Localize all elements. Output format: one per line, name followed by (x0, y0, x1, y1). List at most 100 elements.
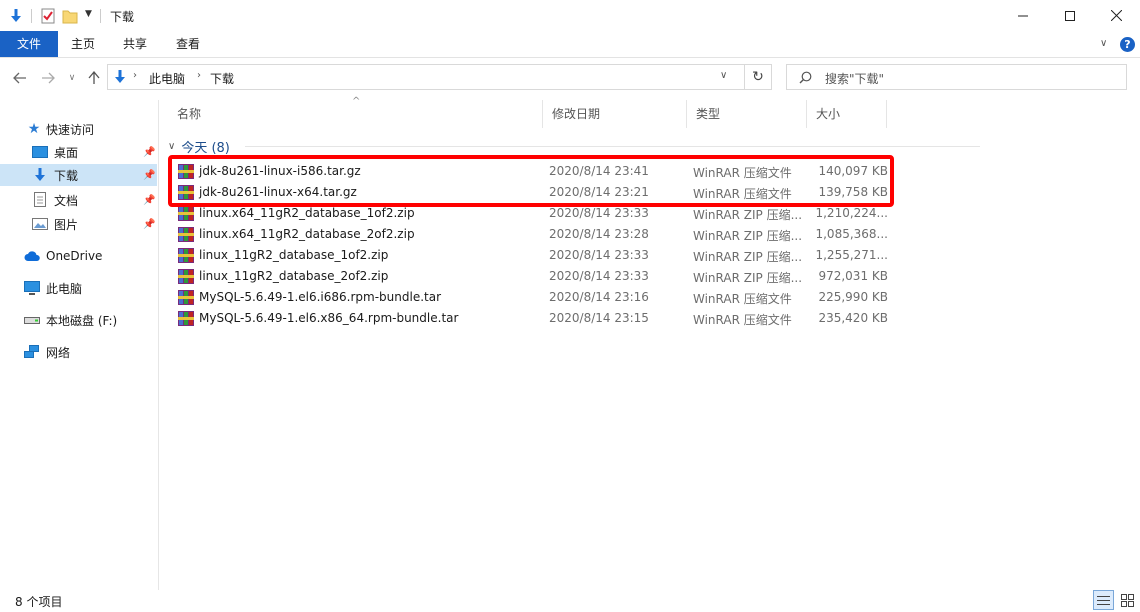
help-icon[interactable]: ? (1120, 37, 1135, 52)
minimize-button[interactable] (1000, 0, 1046, 31)
onedrive-cloud-icon (24, 248, 40, 264)
forward-button[interactable] (38, 68, 58, 88)
nav-quick-access[interactable]: ★ 快速访问 (0, 118, 157, 140)
winrar-archive-icon (178, 290, 194, 305)
nav-network[interactable]: 网络 (0, 341, 157, 363)
file-name: MySQL-5.6.49-1.el6.i686.rpm-bundle.tar (199, 290, 442, 304)
minimize-icon (1018, 15, 1028, 16)
window-title: 下载 (110, 10, 135, 24)
nav-item-documents[interactable]: 文档 📌 (0, 189, 157, 211)
file-size: 1,255,271... (815, 248, 888, 262)
winrar-archive-icon (178, 227, 194, 242)
up-button[interactable] (84, 68, 104, 88)
file-type: WinRAR 压缩文件 (693, 313, 792, 327)
new-folder-icon[interactable] (62, 8, 78, 24)
file-size: 1,210,224... (815, 206, 888, 220)
file-type: WinRAR ZIP 压缩... (693, 271, 801, 285)
item-count: 8 个项目 (15, 595, 63, 609)
file-row[interactable]: MySQL-5.6.49-1.el6.i686.rpm-bundle.tar 20… (174, 287, 890, 308)
close-button[interactable] (1093, 0, 1139, 31)
this-pc-icon (24, 280, 40, 296)
column-header-size[interactable]: 大小 (807, 100, 887, 128)
desktop-icon (32, 144, 48, 160)
close-icon (1110, 10, 1122, 21)
refresh-button[interactable]: ↻ (744, 64, 772, 90)
tab-home[interactable]: 主页 (59, 31, 107, 57)
tab-view[interactable]: 查看 (164, 31, 212, 57)
file-name: linux.x64_11gR2_database_2of2.zip (199, 227, 415, 241)
details-view-button[interactable] (1093, 590, 1114, 610)
winrar-archive-icon (178, 206, 194, 221)
nav-item-pictures[interactable]: 图片 📌 (0, 213, 157, 235)
file-name: linux_11gR2_database_1of2.zip (199, 248, 389, 262)
details-view-icon (1097, 595, 1110, 605)
breadcrumb-chevron-icon[interactable]: › (197, 70, 201, 81)
title-bar: ▼ 下载 (0, 0, 1140, 31)
file-type: WinRAR ZIP 压缩... (693, 208, 801, 222)
expand-ribbon-chevron-icon[interactable]: ∨ (1100, 38, 1107, 49)
large-icons-view-icon (1121, 593, 1134, 607)
pin-icon[interactable]: 📌 (143, 195, 155, 206)
column-header-name[interactable]: 名称 (168, 100, 543, 128)
download-arrow-icon[interactable] (8, 8, 24, 24)
red-highlight-box (168, 155, 894, 207)
search-placeholder: 搜索"下载" (825, 72, 885, 86)
pin-icon[interactable]: 📌 (143, 147, 155, 158)
file-date-modified: 2020/8/14 23:15 (549, 311, 649, 325)
group-header-today[interactable]: ∨ 今天 (8) (168, 136, 230, 156)
properties-icon[interactable] (40, 8, 56, 24)
nav-onedrive-label: OneDrive (46, 249, 103, 263)
nav-local-disk-f[interactable]: 本地磁盘 (F:) (0, 309, 157, 331)
file-row[interactable]: linux_11gR2_database_2of2.zip 2020/8/14 2… (174, 266, 890, 287)
nav-onedrive[interactable]: OneDrive (0, 245, 157, 267)
maximize-icon (1065, 10, 1075, 21)
large-icons-view-button[interactable] (1117, 590, 1138, 610)
recent-locations-dropdown-icon[interactable]: ∨ (62, 68, 82, 88)
group-collapse-chevron-icon[interactable]: ∨ (168, 141, 175, 152)
tab-share[interactable]: 共享 (111, 31, 159, 57)
winrar-archive-icon (178, 248, 194, 263)
nav-item-documents-label: 文档 (54, 193, 79, 208)
network-icon (24, 344, 40, 360)
star-icon: ★ (27, 121, 41, 137)
column-header-type[interactable]: 类型 (687, 100, 807, 128)
nav-this-pc-label: 此电脑 (46, 281, 83, 296)
maximize-button[interactable] (1047, 0, 1093, 31)
refresh-icon: ↻ (752, 69, 764, 85)
breadcrumb-this-pc[interactable]: 此电脑 (149, 70, 185, 87)
search-box[interactable]: 搜索"下载" (786, 64, 1127, 90)
nav-item-pictures-label: 图片 (54, 217, 79, 232)
nav-item-downloads[interactable]: 下载 📌 (0, 164, 157, 186)
nav-quick-access-label: 快速访问 (46, 122, 95, 137)
nav-item-desktop[interactable]: 桌面 📌 (0, 141, 157, 163)
pictures-icon (32, 216, 48, 232)
drive-icon (24, 312, 40, 328)
file-date-modified: 2020/8/14 23:33 (549, 269, 649, 283)
search-icon (799, 71, 812, 84)
file-row[interactable]: linux_11gR2_database_1of2.zip 2020/8/14 2… (174, 245, 890, 266)
address-history-dropdown-icon[interactable]: ∨ (720, 70, 727, 81)
breadcrumb-downloads[interactable]: 下载 (210, 70, 234, 87)
customize-qa-dropdown-icon[interactable]: ▼ (85, 9, 92, 19)
address-bar[interactable]: › 此电脑 › 下载 ∨ (107, 64, 772, 90)
nav-this-pc[interactable]: 此电脑 (0, 277, 157, 299)
column-header-date-modified[interactable]: 修改日期 (543, 100, 687, 128)
qa-separator (31, 9, 32, 23)
file-size: 235,420 KB (818, 311, 888, 325)
tab-file[interactable]: 文件 (0, 31, 58, 57)
file-date-modified: 2020/8/14 23:16 (549, 290, 649, 304)
file-size: 225,990 KB (818, 290, 888, 304)
nav-local-disk-label: 本地磁盘 (F:) (46, 313, 118, 328)
back-button[interactable] (10, 68, 30, 88)
pin-icon[interactable]: 📌 (143, 219, 155, 230)
breadcrumb-chevron-icon[interactable]: › (133, 70, 137, 81)
download-location-icon (115, 70, 125, 83)
file-type: WinRAR ZIP 压缩... (693, 250, 801, 264)
winrar-archive-icon (178, 311, 194, 326)
pin-icon[interactable]: 📌 (143, 170, 155, 181)
file-type: WinRAR ZIP 压缩... (693, 229, 801, 243)
file-size: 972,031 KB (818, 269, 888, 283)
downloads-icon (32, 167, 48, 183)
file-row[interactable]: MySQL-5.6.49-1.el6.x86_64.rpm-bundle.tar… (174, 308, 890, 329)
file-row[interactable]: linux.x64_11gR2_database_2of2.zip 2020/8/… (174, 224, 890, 245)
